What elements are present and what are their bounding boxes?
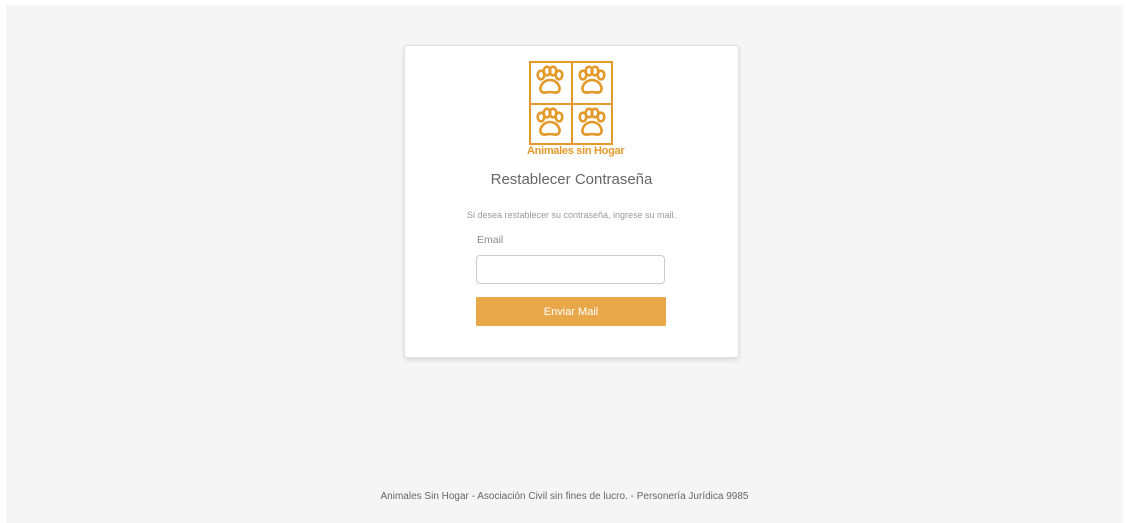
page-background: Animales sin Hogar Restablecer Contraseñ… [6,5,1123,523]
instructions-text: Si desea restablecer su contraseña, ingr… [466,210,677,220]
logo: Animales sin Hogar [527,61,625,161]
reset-password-card: Animales sin Hogar Restablecer Contraseñ… [404,45,739,358]
email-label: Email [477,234,504,246]
paw-print-icon [578,65,606,94]
send-mail-button[interactable]: Enviar Mail [476,297,666,326]
paw-print-icon [578,107,606,136]
paw-print-icon [536,107,564,136]
logo-text: Animales sin Hogar [527,145,625,157]
footer-text: Animales Sin Hogar - Asociación Civil si… [380,491,749,502]
page-title: Restablecer Contraseña [490,171,653,188]
paw-print-icon [536,65,564,94]
email-field[interactable] [476,255,665,284]
